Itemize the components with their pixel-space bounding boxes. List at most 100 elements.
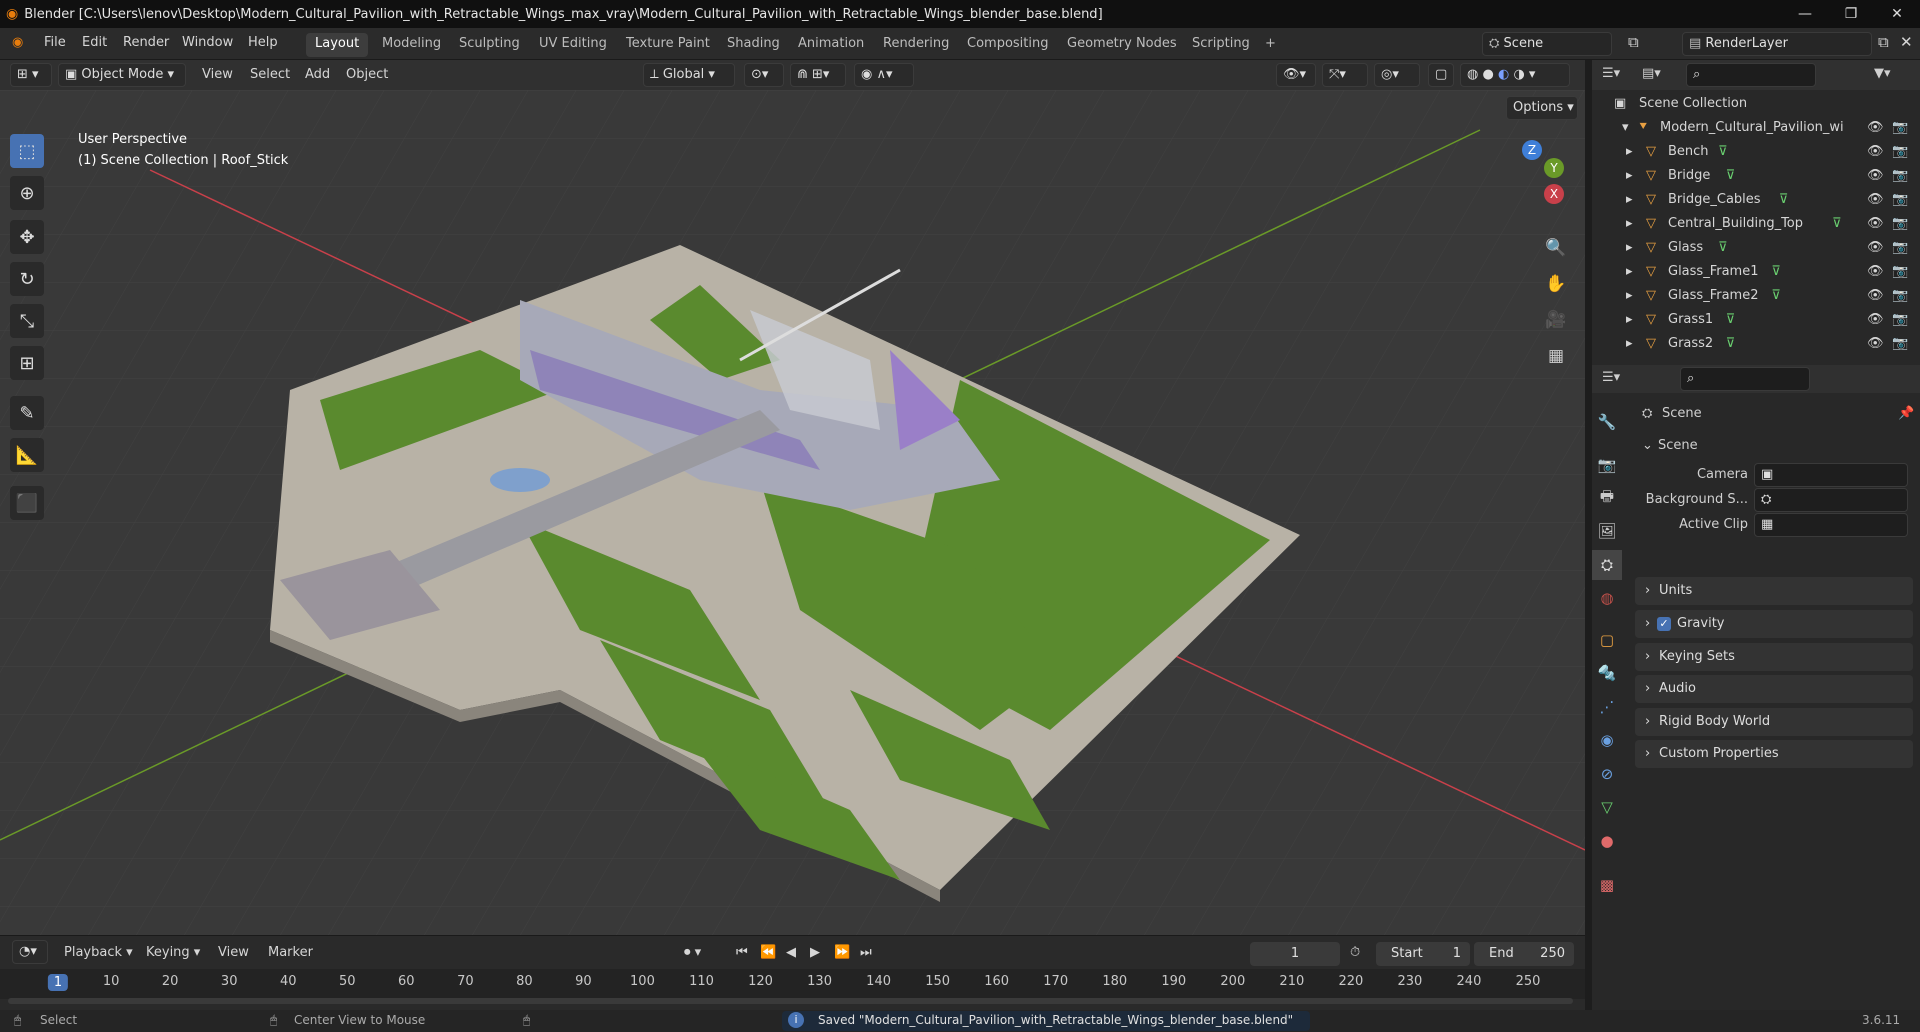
options-button[interactable]: Options ▾ (1506, 96, 1578, 120)
prev-keyframe-icon[interactable]: ⏪ (760, 945, 776, 960)
view-layer-tab[interactable]: 🖼 (1592, 516, 1622, 546)
menu-help[interactable]: Help (248, 35, 278, 50)
editor-type-button[interactable]: ⊞ ▾ (10, 63, 52, 87)
record-keyframe-icon[interactable]: ⏺ ▾ (684, 945, 701, 960)
render-camera-icon[interactable]: 📷 (1892, 192, 1908, 207)
scene-tab[interactable]: ⛭ (1592, 550, 1622, 580)
properties-editor-icon[interactable]: ☰▾ (1602, 370, 1620, 385)
jump-end-icon[interactable]: ⏭ (860, 945, 872, 960)
move-tool[interactable]: ✥ (10, 220, 44, 254)
menu-keying[interactable]: Keying ▾ (146, 945, 200, 960)
outliner-editor-icon[interactable]: ☰▾ (1602, 66, 1620, 81)
outliner-item[interactable]: ▸ ▽ Grass1 ⊽ 👁 📷 (1592, 308, 1920, 332)
scene-section-title[interactable]: Scene (1658, 438, 1698, 453)
gravity-panel[interactable]: › ✓ Gravity (1635, 610, 1913, 638)
outliner-item[interactable]: ▸ ▽ Central_Building_Top ⊽ 👁 📷 (1592, 212, 1920, 236)
texture-tab[interactable]: ▩ (1592, 870, 1622, 900)
mode-selector[interactable]: ▣ Object Mode ▾ (58, 63, 186, 87)
current-frame-marker[interactable]: 1 (47, 974, 69, 991)
tab-sculpting[interactable]: Sculpting (450, 33, 529, 57)
background-scene-field[interactable]: ⛭ (1754, 488, 1908, 512)
pivot-point-button[interactable]: ⊙▾ (744, 63, 784, 87)
tab-animation[interactable]: Animation (789, 33, 873, 57)
close-button[interactable]: ✕ (1874, 0, 1920, 28)
visibility-eye-icon[interactable]: 👁 (1867, 120, 1884, 135)
outliner-item[interactable]: ▸ ▽ Glass ⊽ 👁 📷 (1592, 236, 1920, 260)
properties-search[interactable]: ⌕ (1680, 367, 1810, 391)
tab-texture-paint[interactable]: Texture Paint (617, 33, 719, 57)
zoom-button[interactable]: 🔍 (1540, 232, 1572, 264)
add-workspace-button[interactable]: + (1256, 33, 1285, 57)
transform-tool[interactable]: ⊞ (10, 346, 44, 380)
start-frame-field[interactable]: Start 1 (1376, 942, 1470, 966)
camera-field[interactable]: ▣ (1754, 463, 1908, 487)
outliner-item[interactable]: ▸ ▽ Bridge_Cables ⊽ 👁 📷 (1592, 188, 1920, 212)
outliner-item[interactable]: ▸ ▽ Glass_Frame2 ⊽ 👁 📷 (1592, 284, 1920, 308)
ortho-toggle-button[interactable]: ▦ (1540, 340, 1572, 372)
rendered-shading-icon[interactable]: ◑ (1513, 67, 1524, 82)
visibility-eye-icon[interactable]: 👁 (1867, 336, 1884, 351)
visibility-eye-icon[interactable]: 👁 (1867, 144, 1884, 159)
timeline-editor-type[interactable]: ◔▾ (12, 940, 48, 964)
next-keyframe-icon[interactable]: ⏩ (834, 945, 850, 960)
new-view-layer-icon[interactable]: ⧉ (1878, 33, 1889, 51)
menu-view[interactable]: View (202, 67, 233, 82)
visibility-eye-icon[interactable]: 👁 (1867, 192, 1884, 207)
menu-add[interactable]: Add (305, 67, 330, 82)
camera-view-button[interactable]: 🎥 (1540, 304, 1572, 336)
visibility-button[interactable]: 👁▾ (1276, 63, 1316, 87)
render-camera-icon[interactable]: 📷 (1892, 120, 1908, 135)
tab-rendering[interactable]: Rendering (874, 33, 958, 57)
outliner-item[interactable]: ▸ ▽ Bridge ⊽ 👁 📷 (1592, 164, 1920, 188)
tab-modeling[interactable]: Modeling (373, 33, 450, 57)
solid-shading-icon[interactable]: ● (1482, 67, 1493, 82)
overlays-toggle[interactable]: ◎▾ (1374, 63, 1420, 87)
minimize-button[interactable]: — (1782, 0, 1828, 28)
new-scene-icon[interactable]: ⧉ (1628, 33, 1639, 51)
menu-marker[interactable]: Marker (268, 945, 313, 960)
gizmo-x-axis[interactable]: X (1544, 184, 1564, 204)
play-reverse-icon[interactable]: ◀ (786, 945, 796, 960)
play-icon[interactable]: ▶ (810, 945, 820, 960)
tab-shading[interactable]: Shading (718, 33, 789, 57)
modifier-tab[interactable]: 🔩 (1592, 658, 1622, 688)
tab-compositing[interactable]: Compositing (958, 33, 1058, 57)
tab-geometry-nodes[interactable]: Geometry Nodes (1058, 33, 1186, 57)
render-camera-icon[interactable]: 📷 (1892, 216, 1908, 231)
render-camera-icon[interactable]: 📷 (1892, 312, 1908, 327)
visibility-eye-icon[interactable]: 👁 (1867, 240, 1884, 255)
custom-properties-panel[interactable]: › Custom Properties (1635, 740, 1913, 768)
jump-start-icon[interactable]: ⏮ (736, 945, 748, 960)
rotate-tool[interactable]: ↻ (10, 262, 44, 296)
pan-button[interactable]: ✋ (1540, 268, 1572, 300)
menu-window[interactable]: Window (182, 35, 233, 50)
select-box-tool[interactable]: ⬚ (10, 134, 44, 168)
material-shading-icon[interactable]: ◐ (1498, 67, 1509, 82)
visibility-eye-icon[interactable]: 👁 (1867, 264, 1884, 279)
xray-toggle[interactable]: ▢ (1428, 63, 1454, 87)
remove-view-layer-icon[interactable]: ✕ (1900, 33, 1913, 51)
shading-modes[interactable]: ◍ ● ◐ ◑ ▾ (1460, 63, 1570, 87)
tab-layout[interactable]: Layout (306, 33, 369, 57)
cursor-tool[interactable]: ⊕ (10, 176, 44, 210)
menu-playback[interactable]: Playback ▾ (64, 945, 133, 960)
transform-orientation-selector[interactable]: ⟂ Global ▾ (643, 63, 735, 87)
scale-tool[interactable]: ⤡ (10, 304, 44, 338)
render-camera-icon[interactable]: 📷 (1892, 288, 1908, 303)
tab-scripting[interactable]: Scripting (1183, 33, 1259, 57)
snap-toggle[interactable]: ⋒ ⊞▾ (790, 63, 846, 87)
maximize-button[interactable]: ❐ (1828, 0, 1874, 28)
constraints-tab[interactable]: ⊘ (1592, 759, 1622, 789)
pin-icon[interactable]: 📌 (1898, 406, 1914, 421)
outliner-item[interactable]: ▸ ▽ Glass_Frame1 ⊽ 👁 📷 (1592, 260, 1920, 284)
end-frame-field[interactable]: End 250 (1474, 942, 1574, 966)
active-clip-field[interactable]: ▦ (1754, 513, 1908, 537)
tool-tab[interactable]: 🔧 (1592, 407, 1622, 437)
menu-object[interactable]: Object (346, 67, 388, 82)
display-mode-icon[interactable]: ▤▾ (1642, 66, 1661, 81)
outliner-scene-collection[interactable]: ▣ Scene Collection (1592, 92, 1920, 116)
data-tab[interactable]: ▽ (1592, 792, 1622, 822)
current-frame-field[interactable]: 1 (1250, 942, 1340, 966)
render-tab[interactable]: 📷 (1592, 450, 1622, 480)
outliner-item[interactable]: ▸ ▽ Grass2 ⊽ 👁 📷 (1592, 332, 1920, 356)
